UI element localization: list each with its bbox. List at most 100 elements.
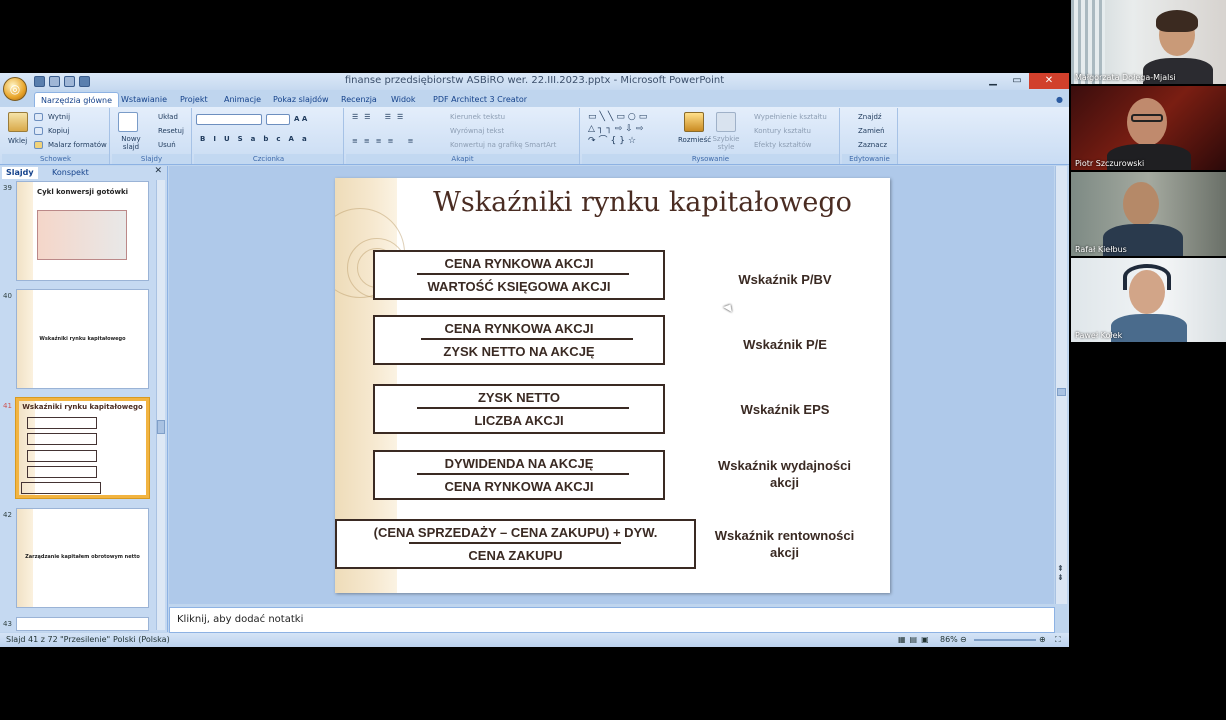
find-button[interactable]: Znajdź: [858, 112, 882, 122]
ribbon: Wklej Wytnij Kopiuj Malarz formatów Scho…: [0, 107, 1069, 165]
video-tile[interactable]: Rafał Kiełbus: [1071, 172, 1226, 256]
slide-thumb-39[interactable]: Cykl konwersji gotówki: [16, 181, 149, 281]
font-size-select[interactable]: [266, 114, 290, 125]
replace-button[interactable]: Zamień: [858, 126, 885, 136]
tab-slideshow[interactable]: Pokaz slajdów: [273, 92, 329, 107]
ratio-denominator: LICZBA AKCJI: [474, 413, 564, 428]
tab-animations[interactable]: Animacje: [224, 92, 261, 107]
video-participants: Małgorzata Dołęga-Mjalsi Piotr Szczurows…: [1071, 0, 1226, 342]
tab-home[interactable]: Narzędzia główne: [34, 92, 120, 107]
office-button[interactable]: ◎: [3, 77, 27, 101]
copy-button[interactable]: Kopiuj: [48, 126, 69, 136]
layout-button[interactable]: Układ: [158, 112, 178, 122]
group-label: Slajdy: [112, 154, 191, 164]
arrange-button[interactable]: Rozmieść: [678, 135, 711, 145]
font-name-select[interactable]: [196, 114, 262, 125]
tab-review[interactable]: Recenzja: [341, 92, 377, 107]
maximize-button[interactable]: ▭: [1005, 73, 1029, 89]
thumb-title: Wskaźniki rynku kapitałowego: [39, 336, 126, 342]
align-text-button[interactable]: Wyrównaj tekst: [450, 126, 504, 136]
current-slide[interactable]: Wskaźniki rynku kapitałowego CENA RYNKOW…: [335, 178, 890, 593]
list-icons[interactable]: ☰☰ ☰☰: [352, 112, 409, 122]
save-icon[interactable]: [34, 76, 45, 87]
shapes-gallery-row2[interactable]: △┐┐⇨⇩⇨: [588, 124, 646, 134]
delete-slide-button[interactable]: Usuń: [158, 140, 176, 150]
shape-fill-button[interactable]: Wypełnienie kształtu: [754, 112, 827, 122]
smartart-button[interactable]: Konwertuj na grafikę SmartArt: [450, 140, 556, 150]
title-bar: finanse przedsiębiorstw ASBiRO wer. 22.I…: [0, 73, 1069, 90]
ratio-formula-pe: CENA RYNKOWA AKCJI ZYSK NETTO NA AKCJĘ: [373, 315, 665, 365]
new-slide-icon[interactable]: [118, 112, 138, 132]
ratio-numerator: (CENA SPRZEDAŻY – CENA ZAKUPU) + DYW.: [373, 525, 658, 540]
participant-face: [1127, 98, 1167, 146]
group-label: Czcionka: [194, 154, 343, 164]
participant-name: Małgorzata Dołęga-Mjalsi: [1075, 73, 1176, 82]
notes-pane[interactable]: Kliknij, aby dodać notatki: [169, 607, 1055, 633]
thumb-number: 41: [3, 402, 12, 410]
arrange-icon[interactable]: [684, 112, 704, 132]
video-tile[interactable]: Piotr Szczurowski: [1071, 86, 1226, 170]
ratio-formula-pbv: CENA RYNKOWA AKCJI WARTOŚĆ KSIĘGOWA AKCJ…: [373, 250, 665, 300]
shape-effects-button[interactable]: Efekty kształtów: [754, 140, 812, 150]
view-buttons[interactable]: ▦▤▣: [898, 633, 933, 647]
customize-icon[interactable]: [79, 76, 90, 87]
grow-font-icon[interactable]: A A: [294, 114, 307, 124]
zoom-slider[interactable]: [974, 639, 1036, 641]
video-tile[interactable]: Paweł Kołek: [1071, 258, 1226, 342]
minimize-button[interactable]: ▁: [981, 73, 1005, 89]
slide-thumb-41[interactable]: Wskaźniki rynku kapitałowego: [16, 398, 149, 498]
prev-next-slide-icons[interactable]: ⇞ ⇟: [1057, 564, 1064, 582]
theme-name: "Przesilenie": [60, 635, 111, 644]
close-panel-icon[interactable]: ✕: [154, 166, 162, 176]
quick-styles-icon[interactable]: [716, 112, 736, 132]
cut-button[interactable]: Wytnij: [48, 112, 70, 122]
copy-icon: [34, 127, 43, 135]
format-painter-icon: [34, 141, 43, 149]
text-direction-button[interactable]: Kierunek tekstu: [450, 112, 505, 122]
participant-name: Piotr Szczurowski: [1075, 159, 1145, 168]
align-icons[interactable]: ≡≡≡≡ ≡: [352, 136, 420, 146]
fraction-line: [417, 407, 629, 409]
panel-scrollbar[interactable]: [156, 180, 165, 630]
paste-icon[interactable]: [8, 112, 28, 132]
tab-view[interactable]: Widok: [391, 92, 416, 107]
format-painter-button[interactable]: Malarz formatów: [48, 140, 107, 150]
zoom-out-icon[interactable]: ⊖: [960, 633, 967, 647]
shapes-gallery-row3[interactable]: ↷⌒{}☆: [588, 136, 639, 146]
ratio-numerator: DYWIDENDA NA AKCJĘ: [444, 456, 594, 471]
fit-slide-icon[interactable]: ⛶: [1055, 633, 1061, 647]
tab-design[interactable]: Projekt: [180, 92, 208, 107]
zoom-level[interactable]: 86%: [940, 633, 958, 647]
close-button[interactable]: ✕: [1029, 73, 1069, 89]
window-title: finanse przedsiębiorstw ASBiRO wer. 22.I…: [344, 75, 725, 86]
undo-icon[interactable]: [49, 76, 60, 87]
tab-slides[interactable]: Slajdy: [2, 167, 38, 179]
paste-button[interactable]: Wklej: [8, 136, 27, 146]
group-label: Schowek: [2, 154, 109, 164]
redo-icon[interactable]: [64, 76, 75, 87]
slide-thumb-43[interactable]: [16, 617, 149, 631]
font-format-icons[interactable]: BIUSabcAa: [200, 134, 315, 144]
slide-scrollbar[interactable]: ⇞ ⇟: [1055, 166, 1067, 604]
help-icon[interactable]: ●: [1056, 92, 1063, 107]
ribbon-tabs: Narzędzia główne Wstawianie Projekt Anim…: [0, 90, 1069, 107]
slide-counter: Slajd 41 z 72: [6, 635, 58, 644]
group-clipboard: Wklej Wytnij Kopiuj Malarz formatów Scho…: [2, 108, 110, 164]
tab-insert[interactable]: Wstawianie: [121, 92, 167, 107]
tab-pdf-architect[interactable]: PDF Architect 3 Creator: [433, 92, 527, 107]
group-editing: Znajdź Zamień Zaznacz Edytowanie: [842, 108, 898, 164]
tab-outline[interactable]: Konspekt: [52, 167, 89, 179]
zoom-in-icon[interactable]: ⊕: [1039, 633, 1046, 647]
fraction-line: [409, 542, 621, 544]
quick-styles-button[interactable]: Szybkie style: [710, 135, 742, 151]
slide-thumb-40[interactable]: Wskaźniki rynku kapitałowego: [16, 289, 149, 389]
new-slide-button[interactable]: Nowy slajd: [116, 135, 146, 151]
language[interactable]: Polski (Polska): [113, 633, 170, 647]
ratio-denominator: ZYSK NETTO NA AKCJĘ: [443, 344, 595, 359]
shapes-gallery[interactable]: ▭╲╲▭○▭: [588, 112, 650, 122]
shape-outline-button[interactable]: Kontury kształtu: [754, 126, 811, 136]
video-tile[interactable]: Małgorzata Dołęga-Mjalsi: [1071, 0, 1226, 84]
reset-button[interactable]: Resetuj: [158, 126, 184, 136]
select-button[interactable]: Zaznacz: [858, 140, 887, 150]
slide-thumb-42[interactable]: Zarządzanie kapitałem obrotowym netto: [16, 508, 149, 608]
